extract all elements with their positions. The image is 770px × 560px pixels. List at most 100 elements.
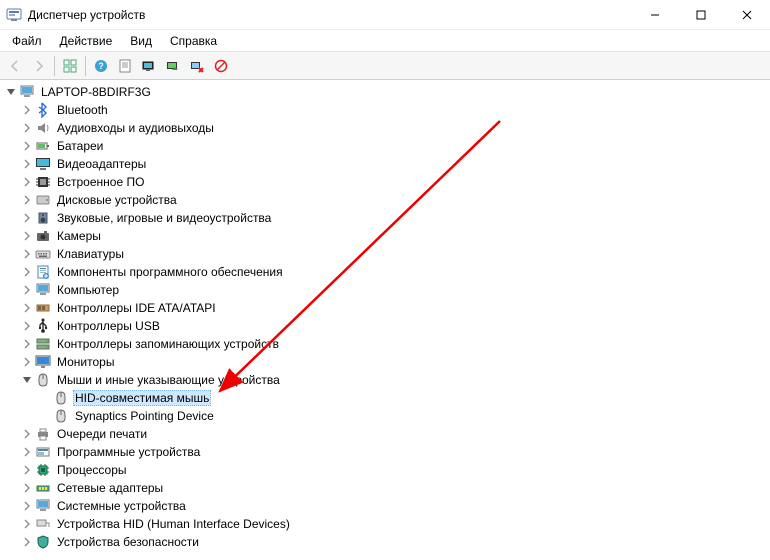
expand-icon[interactable] — [20, 535, 34, 549]
menu-help[interactable]: Справка — [162, 32, 225, 50]
tree-item-n22[interactable]: Устройства безопасности — [20, 533, 770, 551]
display-icon — [35, 156, 51, 172]
tree-item-n7[interactable]: Камеры — [20, 227, 770, 245]
disk-icon — [35, 192, 51, 208]
storage-icon — [35, 336, 51, 352]
expand-icon[interactable] — [20, 427, 34, 441]
expand-icon[interactable] — [20, 517, 34, 531]
tree-item-label: Компьютер — [55, 282, 121, 298]
help-button[interactable]: ? — [90, 55, 112, 77]
system-icon — [35, 498, 51, 514]
expand-icon[interactable] — [20, 283, 34, 297]
maximize-button[interactable] — [678, 0, 724, 30]
tree-item-n0[interactable]: Bluetooth — [20, 101, 770, 119]
expand-icon[interactable] — [20, 499, 34, 513]
expand-icon[interactable] — [20, 157, 34, 171]
tree-item-n17[interactable]: Программные устройства — [20, 443, 770, 461]
expand-icon[interactable] — [20, 355, 34, 369]
tree-item-label: Процессоры — [55, 462, 129, 478]
expand-icon[interactable] — [20, 229, 34, 243]
tree-item-label: Сетевые адаптеры — [55, 480, 165, 496]
scan-hardware-button[interactable] — [138, 55, 160, 77]
tree-item-n16[interactable]: Очереди печати — [20, 425, 770, 443]
bluetooth-icon — [35, 102, 51, 118]
tree-item-n3[interactable]: Видеоадаптеры — [20, 155, 770, 173]
tree-item-n8[interactable]: Клавиатуры — [20, 245, 770, 263]
tree-item-n4[interactable]: Встроенное ПО — [20, 173, 770, 191]
tree-root[interactable]: LAPTOP-8BDIRF3G — [2, 83, 770, 101]
tree-item-n5[interactable]: Дисковые устройства — [20, 191, 770, 209]
tree-item-n19[interactable]: Сетевые адаптеры — [20, 479, 770, 497]
tree-item-n15[interactable]: Мыши и иные указывающие устройства — [20, 371, 770, 389]
menu-view[interactable]: Вид — [122, 32, 160, 50]
menu-file[interactable]: Файл — [4, 32, 50, 50]
tree-item-n21[interactable]: Устройства HID (Human Interface Devices) — [20, 515, 770, 533]
tree-item-label: Дисковые устройства — [55, 192, 179, 208]
tree-item-label: Bluetooth — [55, 102, 110, 118]
tree-item-n6[interactable]: Звуковые, игровые и видеоустройства — [20, 209, 770, 227]
update-driver-button[interactable] — [162, 55, 184, 77]
disable-button[interactable] — [210, 55, 232, 77]
titlebar: Диспетчер устройств — [0, 0, 770, 30]
camera-icon — [35, 228, 51, 244]
svg-text:?: ? — [98, 61, 104, 71]
audio-icon — [35, 120, 51, 136]
tree-item-label: Звуковые, игровые и видеоустройства — [55, 210, 273, 226]
tree-item-n14[interactable]: Мониторы — [20, 353, 770, 371]
expand-icon — [38, 391, 52, 405]
uninstall-button[interactable] — [186, 55, 208, 77]
tree-item-n18[interactable]: Процессоры — [20, 461, 770, 479]
expand-icon[interactable] — [20, 247, 34, 261]
network-icon — [35, 480, 51, 496]
expand-icon[interactable] — [20, 463, 34, 477]
expand-icon[interactable] — [20, 445, 34, 459]
close-button[interactable] — [724, 0, 770, 30]
tree-item-label: Батареи — [55, 138, 105, 154]
sound-icon — [35, 210, 51, 226]
expand-icon[interactable] — [20, 103, 34, 117]
properties-button[interactable] — [114, 55, 136, 77]
expand-icon[interactable] — [20, 319, 34, 333]
tree-item-label: Контроллеры запоминающих устройств — [55, 336, 281, 352]
tree-item-n20[interactable]: Системные устройства — [20, 497, 770, 515]
expand-icon[interactable] — [20, 481, 34, 495]
window-title: Диспетчер устройств — [28, 8, 632, 22]
tree-item-label: Мониторы — [55, 354, 116, 370]
tree-item-label: Камеры — [55, 228, 103, 244]
expand-icon[interactable] — [20, 337, 34, 351]
mouse-icon — [53, 408, 69, 424]
computer-icon — [35, 282, 51, 298]
tree-item-n10[interactable]: Компьютер — [20, 281, 770, 299]
window-controls — [632, 0, 770, 30]
expand-icon[interactable] — [20, 121, 34, 135]
expand-icon[interactable] — [20, 211, 34, 225]
expand-icon[interactable] — [20, 175, 34, 189]
tree-item-n1[interactable]: Аудиовходы и аудиовыходы — [20, 119, 770, 137]
device-tree-panel[interactable]: LAPTOP-8BDIRF3G BluetoothАудиовходы и ау… — [0, 80, 770, 560]
expand-icon[interactable] — [20, 193, 34, 207]
menu-action[interactable]: Действие — [52, 32, 121, 50]
softdev-icon — [35, 444, 51, 460]
tree-item-n12[interactable]: Контроллеры USB — [20, 317, 770, 335]
tree-item-n2[interactable]: Батареи — [20, 137, 770, 155]
collapse-icon[interactable] — [20, 373, 34, 387]
expand-icon[interactable] — [20, 265, 34, 279]
minimize-button[interactable] — [632, 0, 678, 30]
expand-icon[interactable] — [20, 301, 34, 315]
back-button[interactable] — [4, 55, 26, 77]
tree-item-n13[interactable]: Контроллеры запоминающих устройств — [20, 335, 770, 353]
forward-button[interactable] — [28, 55, 50, 77]
toolbar-separator — [54, 56, 55, 76]
expand-icon[interactable] — [4, 85, 18, 99]
tree-root-label: LAPTOP-8BDIRF3G — [39, 84, 153, 100]
show-all-button[interactable] — [59, 55, 81, 77]
tree-item-label: Мыши и иные указывающие устройства — [55, 372, 282, 388]
tree-item-label: Очереди печати — [55, 426, 149, 442]
tree-item-n15a[interactable]: HID-совместимая мышь — [38, 389, 770, 407]
expand-icon[interactable] — [20, 139, 34, 153]
tree-item-n11[interactable]: Контроллеры IDE ATA/ATAPI — [20, 299, 770, 317]
tree-item-n15b[interactable]: Synaptics Pointing Device — [38, 407, 770, 425]
tree-item-label: Клавиатуры — [55, 246, 126, 262]
tree-item-n9[interactable]: Компоненты программного обеспечения — [20, 263, 770, 281]
mouse-icon — [35, 372, 51, 388]
